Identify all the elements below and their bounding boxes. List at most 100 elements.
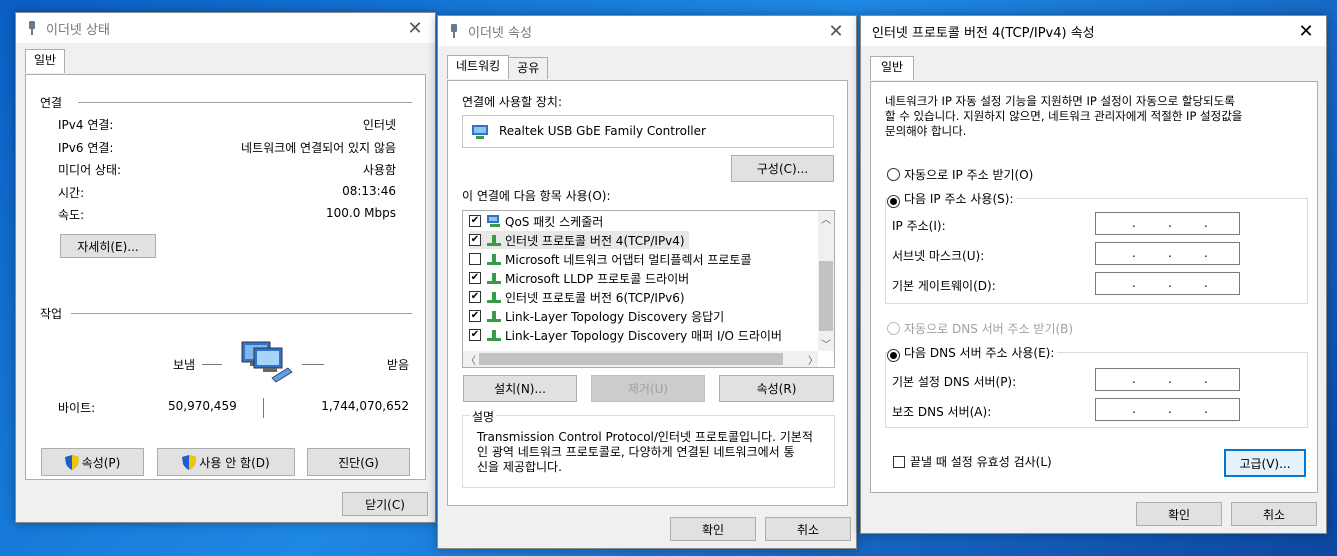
activity-divider [71,313,412,314]
list-item[interactable]: ✔ 인터넷 프로토콜 버전 6(TCP/IPv6) [469,288,685,306]
status-tabs: 일반 [25,49,66,73]
info-row: 미디어 상태: 사용함 [58,161,396,179]
props-titlebar[interactable]: 이더넷 속성 ✕ [438,16,856,46]
subnet-mask-input[interactable]: ... [1095,242,1240,265]
list-item[interactable]: ✔ Microsoft LLDP 프로토콜 드라이버 [469,269,689,287]
vertical-scrollbar[interactable]: ︿ ﹀ [818,211,834,351]
info-label: 시간: [58,186,85,200]
radio-button[interactable] [887,322,900,335]
radio-button[interactable] [887,349,900,362]
info-value: 네트워크에 연결되어 있지 않음 [241,141,396,155]
checkbox[interactable]: ✔ [469,234,481,246]
manual-dns-radio[interactable]: 다음 DNS 서버 주소 사용(E): [887,344,1058,362]
protocol-icon [487,235,501,246]
connect-using-label: 연결에 사용할 장치: [462,95,562,109]
list-item[interactable]: ✔ Link-Layer Topology Discovery 응답기 [469,307,724,325]
cancel-button[interactable]: 취소 [765,517,851,541]
ok-button[interactable]: 확인 [1136,502,1222,526]
info-label: IPv6 연결: [58,141,114,155]
info-label: 미디어 상태: [58,163,122,177]
radio-button[interactable] [887,195,900,208]
checkbox[interactable] [469,253,481,265]
close-icon[interactable]: ✕ [1286,16,1326,46]
connection-info: IPv4 연결: 인터넷 IPv6 연결: 네트워크에 연결되어 있지 않음 미… [58,116,396,226]
tab-sharing[interactable]: 공유 [508,57,549,79]
activity-group-label: 작업 [40,307,63,321]
details-button[interactable]: 자세히(E)... [60,234,156,258]
ipv4-titlebar[interactable]: 인터넷 프로토콜 버전 4(TCP/IPv4) 속성 ✕ [861,16,1326,46]
close-button[interactable]: 닫기(C) [342,492,428,516]
horizontal-scrollbar[interactable]: 〈 〉 [463,351,818,367]
scroll-up-icon[interactable]: ︿ [821,211,831,226]
scroll-thumb[interactable] [819,261,833,331]
alternate-dns-input[interactable]: ... [1095,398,1240,421]
item-label: 인터넷 프로토콜 버전 6(TCP/IPv6) [505,290,685,305]
protocol-icon [487,254,501,265]
gateway-input[interactable]: ... [1095,272,1240,295]
list-item[interactable]: ✔ QoS 패킷 스케줄러 [469,212,603,230]
sent-label: 보냄 [173,358,196,372]
ok-button[interactable]: 확인 [670,517,756,541]
ethernet-status-window: 이더넷 상태 ✕ 일반 연결 IPv4 연결: 인터넷 IPv6 연결: 네트워… [15,12,436,523]
description-text: Transmission Control Protocol/인터넷 프로토콜입니… [477,430,813,475]
auto-ip-label: 자동으로 IP 주소 받기(O) [904,168,1034,182]
manual-ip-radio[interactable]: 다음 IP 주소 사용(S): [887,190,1017,208]
checkbox[interactable]: ✔ [469,272,481,284]
properties-label: 속성(P) [81,455,121,470]
list-item[interactable]: ✔ 인터넷 프로토콜 버전 4(TCP/IPv4) [469,231,689,249]
advanced-button[interactable]: 고급(V)... [1224,449,1306,477]
scroll-down-icon[interactable]: ﹀ [821,336,831,351]
tab-general[interactable]: 일반 [870,56,915,80]
tab-networking[interactable]: 네트워킹 [447,55,510,79]
uninstall-button[interactable]: 제거(U) [591,375,705,402]
checkbox[interactable]: ✔ [469,291,481,303]
status-titlebar[interactable]: 이더넷 상태 ✕ [16,13,435,43]
diagnose-button[interactable]: 진단(G) [307,448,410,476]
scroll-right-icon[interactable]: 〉 [808,352,818,367]
preferred-dns-input[interactable]: ... [1095,368,1240,391]
checkbox[interactable]: ✔ [469,329,481,341]
ethernet-plug-icon [29,21,35,35]
tab-general[interactable]: 일반 [25,49,66,73]
bytes-divider [263,398,264,418]
props-tabs: 네트워킹 공유 [447,55,549,79]
disable-button[interactable]: 사용 안 함(D) [157,448,295,476]
manual-ip-label: 다음 IP 주소 사용(S): [904,192,1014,206]
bytes-sent-value: 50,970,459 [168,399,237,413]
scroll-left-icon[interactable]: 〈 [466,352,476,367]
validate-checkbox-row[interactable]: 끝낼 때 설정 유효성 검사(L) [893,453,1052,470]
info-row: 시간: 08:13:46 [58,184,396,202]
network-activity-icon [241,341,293,383]
item-label: 인터넷 프로토콜 버전 4(TCP/IPv4) [505,233,685,248]
scroll-thumb[interactable] [479,353,783,365]
checkbox[interactable]: ✔ [469,310,481,322]
gateway-label: 기본 게이트웨이(D): [892,279,996,293]
cancel-button[interactable]: 취소 [1231,502,1317,526]
radio-button[interactable] [887,168,900,181]
properties-button[interactable]: 속성(P) [41,448,144,476]
list-item[interactable]: Microsoft 네트워크 어댑터 멀티플렉서 프로토콜 [469,250,752,268]
install-button[interactable]: 설치(N)... [463,375,577,402]
components-list[interactable]: ✔ QoS 패킷 스케줄러 ✔ 인터넷 프로토콜 버전 4(TCP/IPv4) … [462,210,835,368]
checkbox[interactable]: ✔ [469,215,481,227]
received-label: 받음 [386,358,409,372]
info-row: IPv6 연결: 네트워크에 연결되어 있지 않음 [58,139,396,157]
uac-shield-icon [64,454,79,470]
checkbox[interactable] [893,455,905,468]
info-value: 100.0 Mbps [325,206,396,220]
info-value: 인터넷 [362,118,396,132]
close-icon[interactable]: ✕ [395,13,435,43]
configure-button[interactable]: 구성(C)... [731,155,834,182]
info-value: 사용함 [362,163,396,177]
item-properties-button[interactable]: 속성(R) [719,375,834,402]
subnet-mask-label: 서브넷 마스크(U): [892,249,985,263]
ipv4-window-title: 인터넷 프로토콜 버전 4(TCP/IPv4) 속성 [872,25,1095,41]
ip-address-input[interactable]: ... [1095,212,1240,235]
item-label: QoS 패킷 스케줄러 [505,214,604,229]
ipv4-tab-page: 네트워크가 IP 자동 설정 기능을 지원하면 IP 설정이 자동으로 할당되도… [870,81,1318,493]
info-label: IPv4 연결: [58,118,114,132]
close-icon[interactable]: ✕ [816,16,856,46]
auto-ip-radio[interactable]: 자동으로 IP 주소 받기(O) [887,166,1033,183]
auto-dns-radio[interactable]: 자동으로 DNS 서버 주소 받기(B) [887,320,1073,337]
list-item[interactable]: ✔ Link-Layer Topology Discovery 매퍼 I/O 드… [469,326,782,344]
